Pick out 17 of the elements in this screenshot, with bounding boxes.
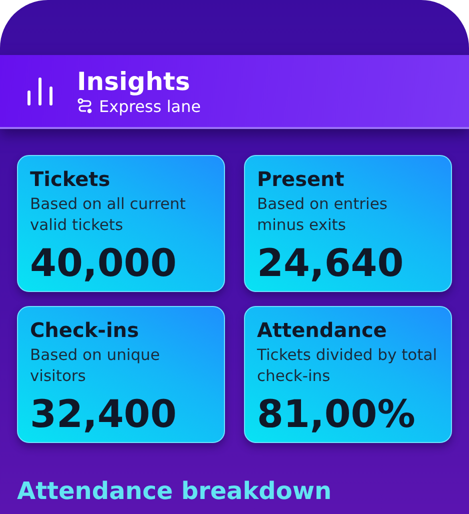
section-heading: Attendance breakdown bbox=[17, 477, 333, 505]
card-value: 32,400 bbox=[30, 391, 178, 437]
card-title: Present bbox=[257, 166, 346, 192]
card-description: Tickets divided by total check-ins bbox=[257, 345, 438, 387]
card-value: 81,00% bbox=[257, 391, 416, 437]
page-subtitle: Express lane bbox=[99, 96, 201, 116]
card-value: 40,000 bbox=[30, 240, 178, 286]
card-title: Attendance bbox=[257, 317, 388, 343]
card-title: Tickets bbox=[30, 166, 112, 192]
card-title: Check-ins bbox=[30, 317, 140, 343]
route-icon bbox=[77, 98, 93, 114]
card-value: 24,640 bbox=[257, 240, 405, 286]
card-description: Based on all current valid tickets bbox=[30, 194, 187, 236]
page-title: Insights bbox=[77, 66, 192, 96]
card-description: Based on unique visitors bbox=[30, 345, 161, 387]
card-description: Based on entries minus exits bbox=[257, 194, 388, 236]
bar-chart-icon bbox=[25, 76, 55, 106]
